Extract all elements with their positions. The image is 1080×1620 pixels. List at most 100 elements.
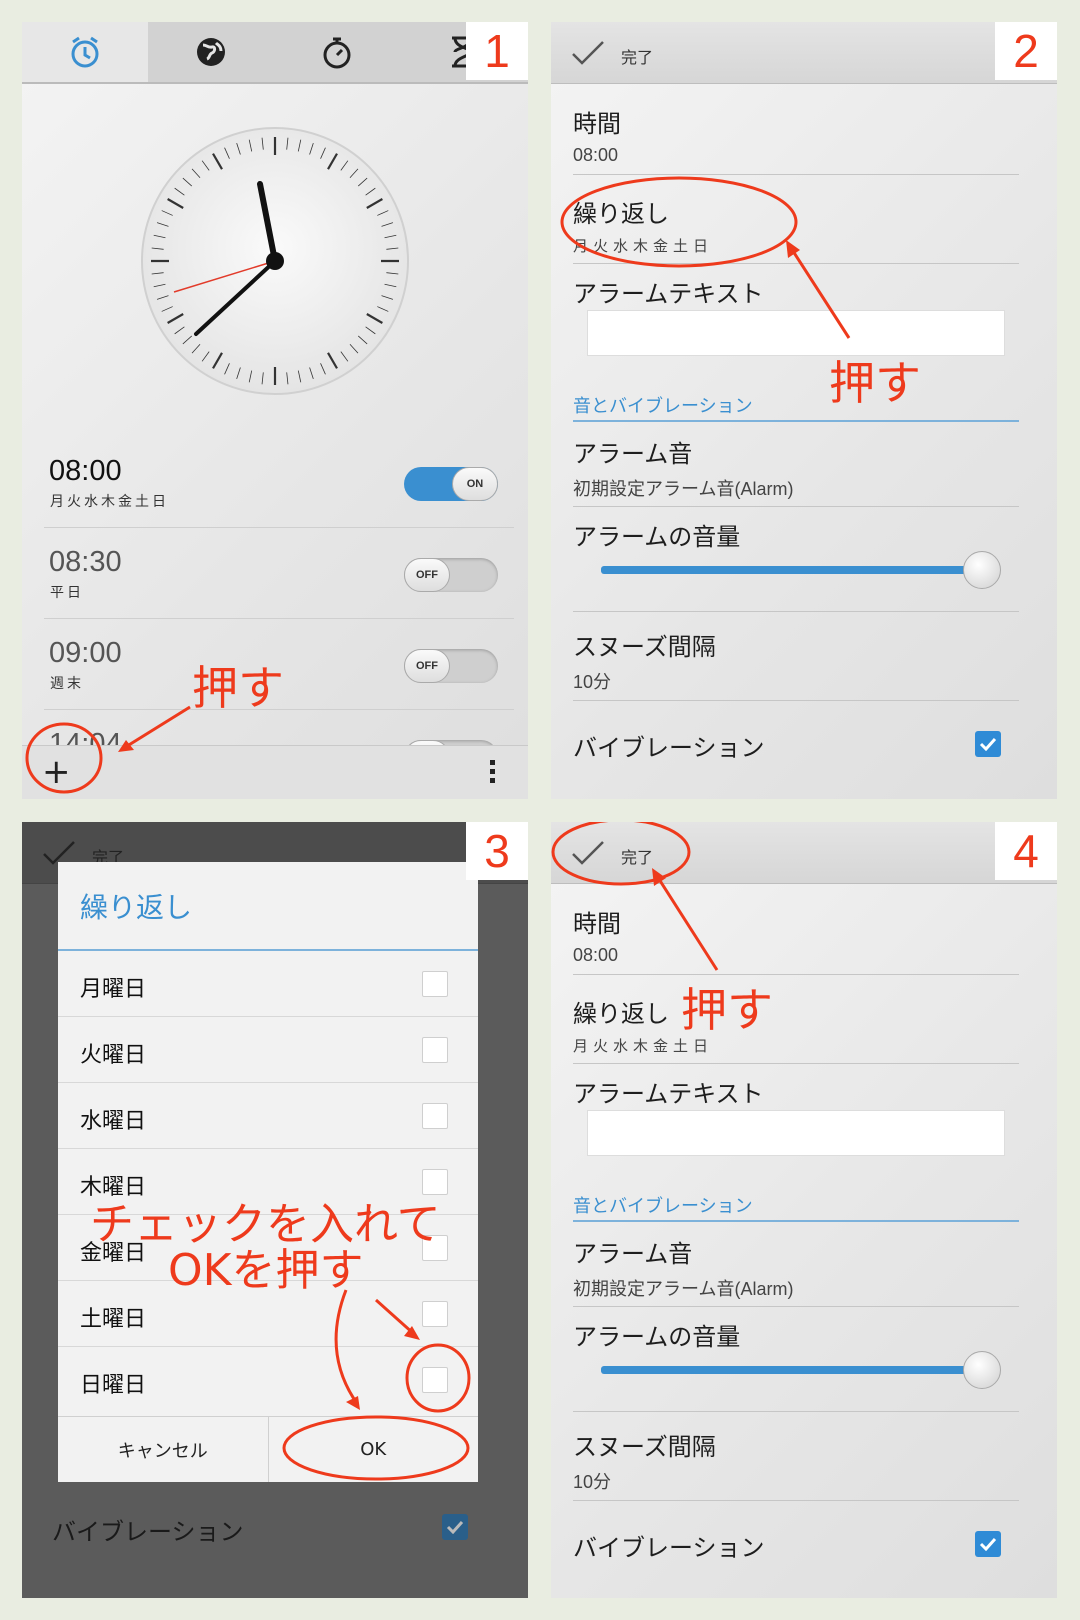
day-label: 水曜日: [80, 1109, 147, 1134]
day-checkbox[interactable]: [422, 1037, 448, 1063]
panel-alarm-edit: 完了 2 時間 08:00 繰り返し 月火水木金土日 アラームテキスト 音とバイ…: [551, 22, 1057, 799]
bottom-action-bar: +: [22, 745, 528, 799]
setting-value: 10分: [573, 1472, 612, 1492]
setting-title: 繰り返し: [573, 200, 669, 228]
divider: [573, 611, 1019, 612]
divider: [573, 506, 1019, 507]
alarm-row-4[interactable]: 14:04 OFF: [44, 710, 514, 750]
setting-alarm-sound[interactable]: アラーム音 初期設定アラーム音(Alarm): [573, 434, 1023, 501]
day-checkbox[interactable]: [422, 1301, 448, 1327]
plus-icon[interactable]: +: [42, 754, 71, 790]
day-checkbox[interactable]: [422, 971, 448, 997]
alarm-time: 08:00: [49, 455, 122, 487]
setting-volume: アラームの音量: [573, 517, 1023, 552]
check-icon[interactable]: [571, 840, 605, 866]
alarm-toggle-off[interactable]: OFF: [404, 649, 498, 683]
day-row-wednesday[interactable]: 水曜日: [58, 1083, 478, 1149]
toggle-knob: OFF: [404, 558, 450, 592]
section-header: 音とバイブレーション: [573, 1192, 1019, 1222]
checkmark-icon: [979, 737, 997, 751]
vibration-checkbox[interactable]: [975, 731, 1001, 757]
alarm-text-input[interactable]: [587, 1110, 1005, 1156]
day-checkbox[interactable]: [422, 1235, 448, 1261]
alarm-text-input[interactable]: [587, 310, 1005, 356]
setting-value: 10分: [573, 672, 612, 692]
day-label: 日曜日: [80, 1373, 147, 1398]
alarm-time: 08:30: [49, 546, 122, 578]
setting-repeat[interactable]: 繰り返し 月火水木金土日: [573, 994, 1023, 1056]
setting-alarm-text: アラームテキスト: [573, 1074, 1023, 1109]
alarm-list: 08:00 月火水木金土日 ON 08:30 平日 OFF 09:00 週末 O…: [44, 437, 514, 750]
setting-snooze[interactable]: スヌーズ間隔 10分: [573, 1427, 1023, 1494]
day-row-tuesday[interactable]: 火曜日: [58, 1017, 478, 1083]
checkmark-icon: [979, 1537, 997, 1551]
setting-vibration: バイブレーション: [52, 1518, 244, 1546]
analog-clock: [138, 124, 412, 402]
day-checkbox[interactable]: [422, 1169, 448, 1195]
day-row-monday[interactable]: 月曜日: [58, 951, 478, 1017]
setting-title: アラームテキスト: [573, 280, 764, 308]
volume-slider[interactable]: [601, 566, 981, 574]
tab-alarm[interactable]: [22, 22, 148, 82]
checkmark-icon: [446, 1520, 464, 1534]
setting-vibration[interactable]: バイブレーション: [573, 728, 1023, 763]
alarm-row-2[interactable]: 08:30 平日 OFF: [44, 528, 514, 619]
dialog-title: 繰り返し: [80, 891, 193, 924]
volume-slider[interactable]: [601, 1366, 981, 1374]
panel-alarm-edit-done: 完了 4 時間 08:00 繰り返し 月火水木金土日 アラームテキスト 音とバイ…: [551, 822, 1057, 1598]
setting-alarm-sound[interactable]: アラーム音 初期設定アラーム音(Alarm): [573, 1234, 1023, 1301]
overflow-menu-icon[interactable]: [490, 760, 496, 783]
setting-title: バイブレーション: [573, 734, 765, 762]
divider: [573, 700, 1019, 701]
panel-repeat-dialog: 完了 バイブレーション 繰り返し 月曜日 火曜日 水曜日 木曜日 金曜日 土曜日…: [22, 822, 528, 1598]
toggle-knob: OFF: [404, 649, 450, 683]
alarm-days: 週末: [50, 676, 84, 692]
setting-value: 08:00: [573, 145, 619, 165]
setting-time[interactable]: 時間 08:00: [573, 904, 1023, 966]
tab-stopwatch[interactable]: [274, 22, 400, 82]
tab-world-clock[interactable]: [148, 22, 274, 82]
panel-alarm-list: 1 08:00 月火水木金土日 ON 08:30 平日 OFF 09:00 週末…: [22, 22, 528, 799]
setting-title: 時間: [573, 910, 621, 938]
day-row-saturday[interactable]: 土曜日: [58, 1281, 478, 1347]
setting-title: スヌーズ間隔: [573, 1433, 716, 1461]
alarm-row-3[interactable]: 09:00 週末 OFF: [44, 619, 514, 710]
setting-vibration[interactable]: バイブレーション: [573, 1528, 1023, 1563]
setting-time[interactable]: 時間 08:00: [573, 104, 1023, 166]
toggle-knob: ON: [452, 467, 498, 501]
alarm-days: 月火水木金土日: [50, 494, 169, 510]
day-checkbox[interactable]: [422, 1367, 448, 1393]
action-bar: 完了: [551, 22, 1057, 84]
setting-value: 初期設定アラーム音(Alarm): [573, 1279, 794, 1299]
divider: [573, 974, 1019, 975]
day-checkbox[interactable]: [422, 1103, 448, 1129]
day-row-friday[interactable]: 金曜日: [58, 1215, 478, 1281]
vibration-checkbox: [442, 1514, 468, 1540]
step-number: 3: [466, 822, 528, 880]
step-number: 2: [995, 22, 1057, 80]
vibration-checkbox[interactable]: [975, 1531, 1001, 1557]
alarm-row-1[interactable]: 08:00 月火水木金土日 ON: [44, 437, 514, 528]
day-label: 火曜日: [80, 1043, 147, 1068]
alarm-toggle-off[interactable]: OFF: [404, 558, 498, 592]
cancel-button[interactable]: キャンセル: [58, 1417, 268, 1482]
day-row-sunday[interactable]: 日曜日: [58, 1347, 478, 1413]
globe-icon: [197, 38, 225, 66]
volume-slider-thumb[interactable]: [963, 1351, 1001, 1389]
setting-snooze[interactable]: スヌーズ間隔 10分: [573, 627, 1023, 694]
setting-title: 時間: [573, 110, 621, 138]
day-row-thursday[interactable]: 木曜日: [58, 1149, 478, 1215]
ok-button[interactable]: OK: [267, 1417, 479, 1482]
dialog-buttons: キャンセル OK: [58, 1416, 478, 1482]
alarm-time: 09:00: [49, 637, 122, 669]
done-button[interactable]: 完了: [621, 844, 653, 868]
repeat-dialog: 繰り返し 月曜日 火曜日 水曜日 木曜日 金曜日 土曜日 日曜日 キャンセル O…: [58, 862, 478, 1482]
alarm-toggle-on[interactable]: ON: [404, 467, 498, 501]
setting-title: アラームテキスト: [573, 1080, 764, 1108]
done-button[interactable]: 完了: [621, 44, 653, 68]
setting-repeat[interactable]: 繰り返し 月火水木金土日: [573, 194, 1023, 256]
alarm-days: 平日: [50, 585, 84, 601]
check-icon[interactable]: [571, 40, 605, 66]
volume-slider-thumb[interactable]: [963, 551, 1001, 589]
setting-value: 月火水木金土日: [573, 237, 714, 255]
